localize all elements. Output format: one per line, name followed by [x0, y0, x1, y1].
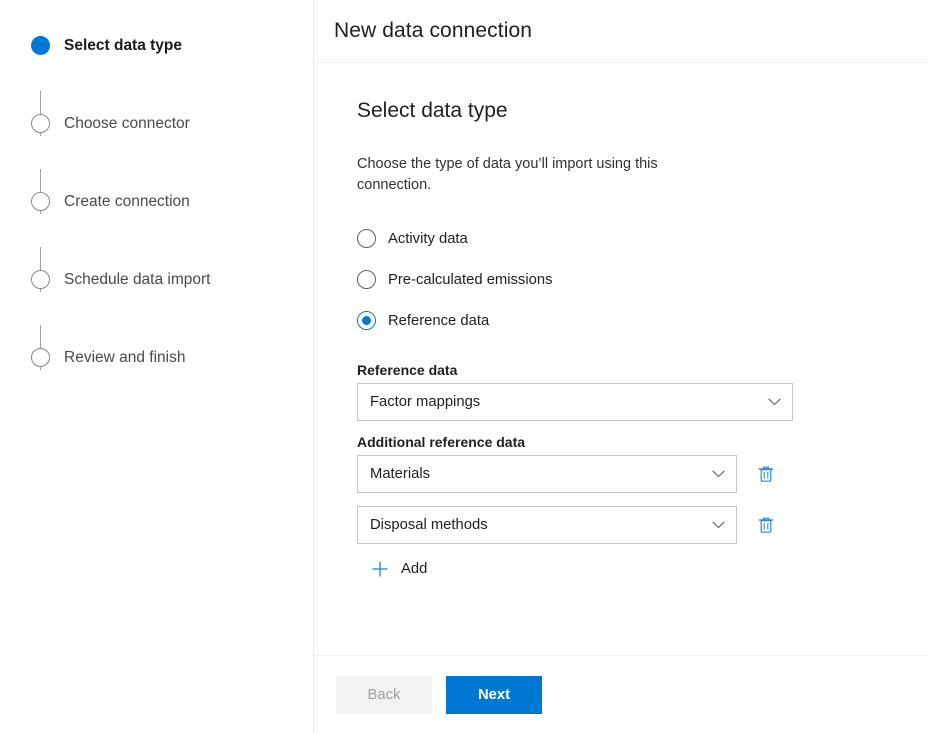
radio-mark-selected-icon — [357, 311, 376, 330]
wizard-step-label: Select data type — [64, 37, 183, 54]
section-description: Choose the type of data you’ll import us… — [357, 156, 658, 193]
step-marker-pending — [31, 270, 50, 289]
step-marker-pending — [31, 114, 50, 133]
wizard-step-choose-connector[interactable]: Choose connector — [0, 114, 314, 214]
step-dot-hollow-icon — [31, 270, 50, 289]
radio-option-activity-data[interactable]: Activity data — [357, 223, 908, 254]
wizard-step-schedule-data-import[interactable]: Schedule data import — [0, 270, 314, 370]
radio-option-label: Activity data — [388, 230, 468, 247]
back-button[interactable]: Back — [336, 675, 432, 714]
section-heading: Select data type — [357, 99, 508, 122]
wizard-step-create-connection[interactable]: Create connection — [0, 192, 314, 292]
additional-reference-value: Materials — [370, 466, 431, 482]
radio-option-label: Reference data — [388, 312, 490, 329]
step-dot-hollow-icon — [31, 348, 50, 367]
panel-body: Select data type Choose the type of data… — [314, 63, 928, 578]
additional-reference-data-row: Materials — [357, 455, 908, 493]
step-marker-active — [31, 36, 50, 55]
new-data-connection-wizard: Select data type Choose connector Create… — [0, 0, 928, 733]
step-marker-pending — [31, 192, 50, 211]
reference-data-label: Reference data — [357, 362, 458, 378]
panel-header: New data connection — [314, 0, 928, 63]
chevron-down-icon — [712, 470, 725, 478]
radio-mark-icon — [357, 229, 376, 248]
step-dot-hollow-icon — [31, 114, 50, 133]
additional-reference-data-label: Additional reference data — [357, 434, 526, 450]
wizard-step-select-data-type[interactable]: Select data type — [0, 36, 314, 136]
reference-data-value: Factor mappings — [370, 394, 481, 410]
additional-reference-data-row: Disposal methods — [357, 506, 908, 544]
add-button-label: Add — [401, 561, 428, 577]
radio-option-label: Pre-calculated emissions — [388, 271, 553, 288]
chevron-down-icon — [768, 398, 781, 406]
reference-data-row: Factor mappings — [357, 383, 908, 421]
add-reference-data-button[interactable]: Add — [371, 560, 451, 578]
next-button[interactable]: Next — [446, 675, 542, 714]
plus-icon — [371, 560, 389, 578]
delete-additional-reference-2-button[interactable] — [755, 514, 777, 536]
page-title: New data connection — [334, 19, 533, 42]
wizard-footer: Back Next — [314, 655, 928, 733]
delete-additional-reference-1-button[interactable] — [755, 463, 777, 485]
wizard-step-label: Review and finish — [64, 349, 186, 366]
step-marker-pending — [31, 348, 50, 367]
radio-option-reference-data[interactable]: Reference data — [357, 305, 908, 336]
reference-data-dropdown[interactable]: Factor mappings — [357, 383, 793, 421]
step-dot-hollow-icon — [31, 192, 50, 211]
radio-mark-icon — [357, 270, 376, 289]
additional-reference-value: Disposal methods — [370, 517, 488, 533]
wizard-step-review-and-finish[interactable]: Review and finish — [0, 348, 314, 374]
wizard-step-label: Create connection — [64, 193, 190, 210]
wizard-step-label: Choose connector — [64, 115, 190, 132]
wizard-content-panel: New data connection Select data type Cho… — [314, 0, 928, 733]
additional-reference-dropdown-2[interactable]: Disposal methods — [357, 506, 737, 544]
chevron-down-icon — [712, 521, 725, 529]
wizard-step-rail: Select data type Choose connector Create… — [0, 0, 314, 733]
data-type-radio-group: Activity data Pre-calculated emissions R… — [357, 223, 908, 336]
step-dot-filled-icon — [31, 36, 50, 55]
wizard-step-label: Schedule data import — [64, 271, 211, 288]
wizard-steps-list: Select data type Choose connector Create… — [0, 36, 314, 374]
additional-reference-dropdown-1[interactable]: Materials — [357, 455, 737, 493]
radio-option-pre-calculated-emissions[interactable]: Pre-calculated emissions — [357, 264, 908, 295]
